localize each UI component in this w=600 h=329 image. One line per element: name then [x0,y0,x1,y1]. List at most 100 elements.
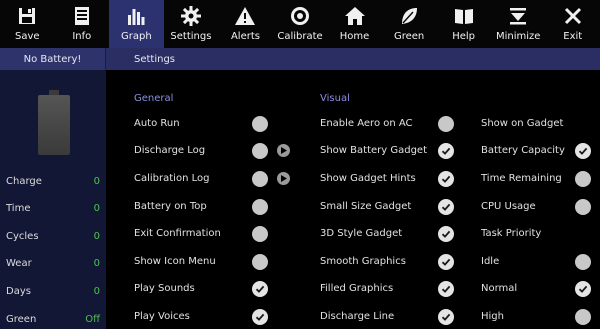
info-icon [71,5,93,27]
toolbar-button-label: Calibrate [277,31,323,42]
toggle-show-gadget-hints[interactable] [438,171,454,187]
gear-icon [180,5,202,27]
toolbar-button-green[interactable]: Green [382,0,437,48]
toggle-filled-graphics[interactable] [438,281,454,297]
target-icon [289,5,311,27]
option-label-show-battery-gadget: Show Battery Gadget [320,145,427,156]
toolbar-button-save[interactable]: Save [0,0,55,48]
battery-icon [38,90,70,156]
stat-cycles: Cycles 0 [6,228,100,244]
stat-days: Days 0 [6,283,100,299]
option-label-show-on-gadget: Show on Gadget [481,118,564,129]
play-icon[interactable] [277,172,290,185]
stat-label: Cycles [6,230,39,242]
option-label-cpu-usage: CPU Usage [481,201,536,212]
stat-value: 0 [93,285,100,297]
toggle-play-voices[interactable] [252,309,268,325]
toggle-battery-on-top[interactable] [252,199,268,215]
toggle-show-battery-gadget[interactable] [438,143,454,159]
option-label-time-remaining: Time Remaining [481,173,562,184]
option-label-task-priority: Task Priority [481,228,542,239]
toolbar-button-label: Info [72,31,92,42]
book-icon [453,5,475,27]
option-label-discharge-line: Discharge Line [320,311,395,322]
toolbar-button-label: Graph [121,31,152,42]
option-label-smooth-graphics: Smooth Graphics [320,256,406,267]
stat-value: 0 [93,202,100,214]
stat-label: Wear [6,257,32,269]
toolbar-button-graph[interactable]: Graph [109,0,164,48]
header-bar: No Battery! Settings [0,48,600,70]
save-icon [16,5,38,27]
toolbar-button-calibrate[interactable]: Calibrate [273,0,328,48]
minimize-icon [507,5,529,27]
toggle-calibration-log[interactable] [252,171,268,187]
option-label-idle: Idle [481,256,500,267]
stat-label: Charge [6,175,42,187]
stat-label: Green [6,313,37,325]
option-label-auto-run: Auto Run [134,118,180,129]
toolbar-button-exit[interactable]: Exit [545,0,600,48]
toggle-exit-confirmation[interactable] [252,226,268,242]
stat-value: 0 [93,175,100,187]
option-label-play-voices: Play Voices [134,311,190,322]
option-label-filled-graphics: Filled Graphics [320,283,394,294]
option-label-show-gadget-hints: Show Gadget Hints [320,173,416,184]
option-label-high: High [481,311,504,322]
toolbar-button-label: Exit [563,31,583,42]
stat-label: Time [6,202,31,214]
option-label-enable-aero-on-ac: Enable Aero on AC [320,118,413,129]
toggle-high[interactable] [575,309,591,325]
toolbar-button-alerts[interactable]: Alerts [218,0,273,48]
battery-side-panel: Charge 0 Time 0 Cycles 0 Wear 0 Days 0 Green Off [0,70,106,329]
toggle-auto-run[interactable] [252,116,268,132]
option-label-discharge-log: Discharge Log [134,145,206,156]
toolbar-button-home[interactable]: Home [327,0,382,48]
stat-value: 0 [93,257,100,269]
toolbar: Save Info Graph Settings Alerts Calibrate Home… [0,0,600,48]
toggle-cpu-usage[interactable] [575,199,591,215]
toggle-idle[interactable] [575,254,591,270]
toolbar-button-info[interactable]: Info [55,0,110,48]
stat-label: Days [6,285,31,297]
toolbar-button-label: Green [393,31,425,42]
settings-panel: General Visual Auto Run Discharge Log Cali… [106,70,600,329]
toggle-normal[interactable] [575,281,591,297]
toggle-discharge-line[interactable] [438,309,454,325]
toolbar-button-minimize[interactable]: Minimize [491,0,546,48]
option-label-small-size-gadget: Small Size Gadget [320,201,412,212]
stat-time: Time 0 [6,200,100,216]
toggle-discharge-log[interactable] [252,143,268,159]
toggle-small-size-gadget[interactable] [438,199,454,215]
toggle-3d-style-gadget[interactable] [438,226,454,242]
toolbar-button-help[interactable]: Help [436,0,491,48]
toolbar-button-label: Alerts [230,31,260,42]
toggle-enable-aero-on-ac[interactable] [438,116,454,132]
warning-icon [234,5,256,27]
option-label-calibration-log: Calibration Log [134,173,210,184]
option-label-battery-on-top: Battery on Top [134,201,207,212]
stat-value: Off [85,313,100,325]
option-label-3d-style-gadget: 3D Style Gadget [320,228,403,239]
stat-value: 0 [93,230,100,242]
toolbar-button-label: Home [339,31,370,42]
toggle-play-sounds[interactable] [252,281,268,297]
option-label-normal: Normal [481,283,518,294]
play-icon[interactable] [277,144,290,157]
graph-icon [125,5,147,27]
toolbar-button-settings[interactable]: Settings [164,0,219,48]
option-label-play-sounds: Play Sounds [134,283,195,294]
toggle-battery-capacity[interactable] [575,143,591,159]
toolbar-button-label: Help [452,31,476,42]
general-section-title: General [134,93,174,104]
toolbar-button-label: Minimize [495,31,541,42]
toggle-time-remaining[interactable] [575,171,591,187]
option-label-exit-confirmation: Exit Confirmation [134,228,221,239]
home-icon [344,5,366,27]
close-icon [562,5,584,27]
toggle-smooth-graphics[interactable] [438,254,454,270]
toolbar-button-label: Save [15,31,40,42]
toggle-show-icon-menu[interactable] [252,254,268,270]
stat-green: Green Off [6,311,100,327]
section-title: Settings [134,53,176,65]
